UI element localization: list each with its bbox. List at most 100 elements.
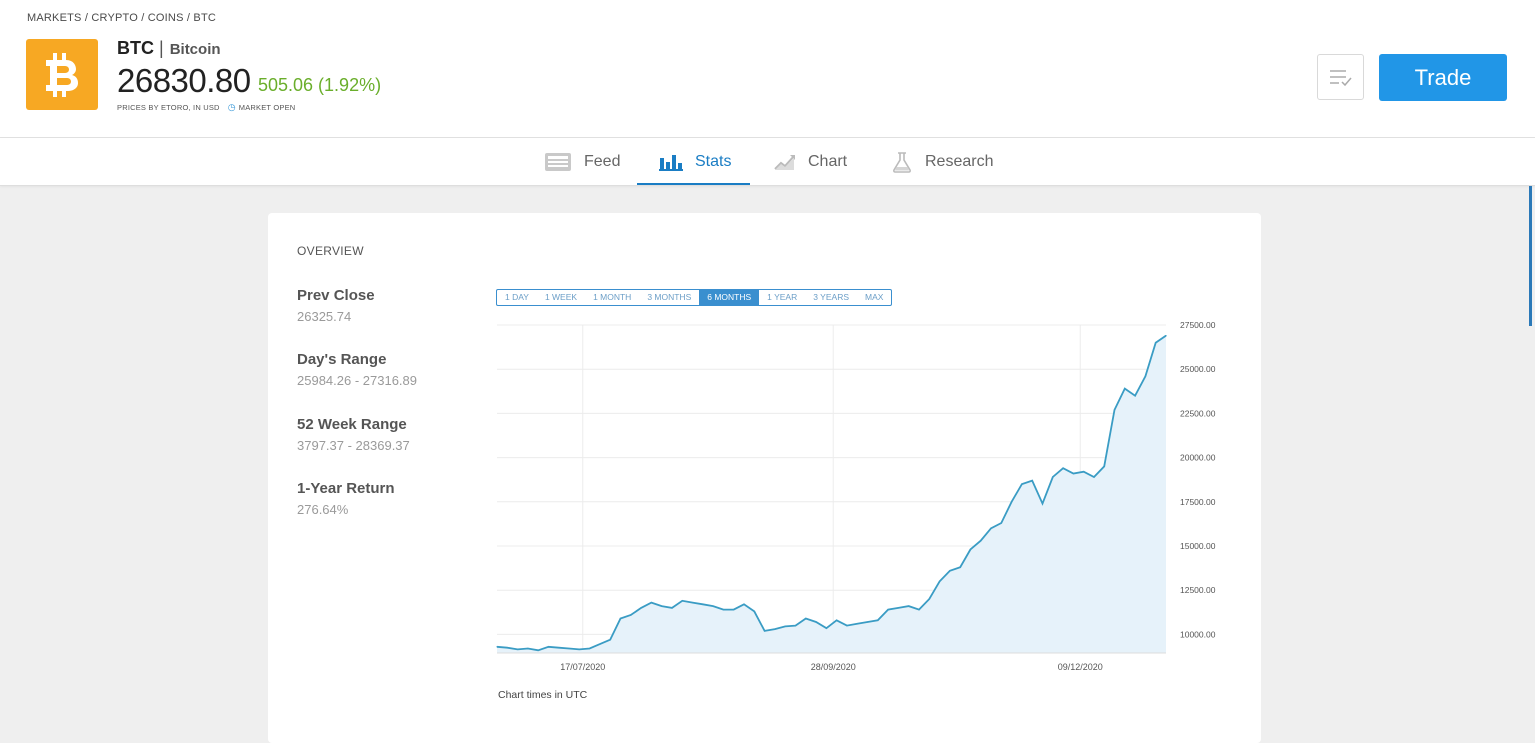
price-point: [774, 628, 776, 630]
range-option-1-week[interactable]: 1 WEEK: [537, 290, 585, 305]
price-point: [805, 617, 807, 620]
price-point: [1144, 375, 1146, 377]
price-point: [1011, 501, 1013, 503]
price-point: [825, 627, 828, 629]
price-change: 505.06 (1.92%): [258, 75, 382, 95]
price-point: [1052, 476, 1054, 478]
price-point: [661, 605, 663, 607]
price-point: [928, 598, 930, 600]
price-point: [897, 607, 900, 609]
bitcoin-logo-icon: [26, 39, 98, 110]
tab-stats[interactable]: Stats: [659, 138, 731, 185]
price-point: [743, 603, 745, 605]
y-tick-label: 25000.00: [1180, 364, 1216, 374]
price-point: [887, 609, 889, 611]
price-point: [702, 603, 704, 605]
price-point: [794, 625, 797, 627]
y-tick-label: 15000.00: [1180, 541, 1216, 551]
price-point: [1072, 472, 1074, 475]
page-scrollbar-thumb[interactable]: [1529, 186, 1532, 326]
breadcrumb-btc: BTC: [193, 12, 217, 24]
y-tick-label: 12500.00: [1180, 585, 1216, 595]
price-point: [650, 602, 652, 604]
range-option-3-years[interactable]: 3 YEARS: [805, 290, 857, 305]
tab-bar: Feed Stats Chart Research: [0, 138, 1535, 186]
price-point: [856, 623, 858, 625]
price-point: [1165, 335, 1167, 337]
title-separator: |: [159, 38, 164, 58]
price-point: [1113, 409, 1116, 411]
price-point: [1000, 522, 1002, 524]
range-option-max[interactable]: MAX: [857, 290, 891, 305]
range-option-1-month[interactable]: 1 MONTH: [585, 290, 639, 305]
price-point: [733, 609, 735, 611]
price-point: [949, 570, 951, 572]
breadcrumb: MARKETS / CRYPTO / COINS / BTC: [27, 12, 217, 24]
price-point: [599, 643, 601, 645]
price-point: [496, 646, 498, 648]
price-point: [568, 647, 570, 650]
stats-icon: [659, 154, 683, 171]
price-point: [969, 548, 972, 551]
watchlist-button[interactable]: [1317, 54, 1364, 100]
watchlist-icon: [1330, 70, 1352, 87]
price-point: [722, 609, 724, 611]
price-point: [1021, 483, 1023, 485]
price-point: [990, 527, 992, 529]
price-point: [517, 648, 519, 650]
chart-icon: [774, 154, 795, 170]
tab-research-label: Research: [925, 152, 994, 170]
price-point: [537, 649, 539, 651]
breadcrumb-crypto[interactable]: CRYPTO: [91, 12, 138, 24]
tab-research[interactable]: Research: [891, 138, 993, 185]
price-point: [866, 621, 869, 623]
market-status: MARKET OPEN: [238, 103, 296, 112]
range-option-6-months[interactable]: 6 MONTHS: [699, 290, 760, 305]
price-point: [1124, 388, 1126, 390]
range-option-3-months[interactable]: 3 MONTHS: [639, 290, 699, 305]
range-option-1-day[interactable]: 1 DAY: [497, 290, 537, 305]
tab-chart[interactable]: Chart: [774, 138, 847, 185]
price-point: [640, 607, 642, 609]
price-point: [671, 607, 673, 609]
price-point: [908, 605, 910, 607]
y-tick-label: 10000.00: [1180, 629, 1216, 639]
time-range-selector: 1 DAY 1 WEEK 1 MONTH 3 MONTHS 6 MONTHS 1 YEAR…: [496, 289, 893, 306]
price-point: [980, 540, 982, 542]
price-point: [1031, 480, 1033, 482]
price-point: [939, 580, 941, 582]
range-option-1-year[interactable]: 1 YEAR: [759, 290, 805, 305]
price-point: [1103, 465, 1105, 467]
price-chart[interactable]: 27500.00 25000.00 22500.00 20000.00 17500.00…: [268, 213, 1261, 683]
price-point: [1155, 342, 1157, 344]
x-tick-label: 28/09/2020: [811, 662, 856, 672]
breadcrumb-coins[interactable]: COINS: [148, 12, 184, 24]
price-point: [1093, 476, 1095, 478]
clock-icon: ◷: [227, 102, 236, 112]
breadcrumb-markets[interactable]: MARKETS: [27, 12, 82, 24]
asset-name: Bitcoin: [169, 41, 221, 58]
chart-timezone-note: Chart times in UTC: [498, 689, 588, 701]
active-tab-indicator: [637, 183, 750, 185]
tab-feed[interactable]: Feed: [544, 138, 620, 185]
x-tick-label: 17/07/2020: [560, 662, 605, 672]
asset-header: MARKETS / CRYPTO / COINS / BTC BTC | Bitco…: [0, 0, 1535, 138]
price-point: [1083, 471, 1085, 473]
feed-icon: [545, 152, 571, 171]
price-point: [527, 647, 529, 650]
y-tick-label: 20000.00: [1180, 453, 1216, 463]
price-point: [506, 647, 508, 649]
price-point: [1062, 467, 1064, 469]
price-point: [681, 600, 683, 602]
price-point: [578, 648, 580, 650]
trade-button[interactable]: Trade: [1379, 54, 1507, 101]
price-point: [630, 614, 632, 616]
tab-stats-label: Stats: [695, 152, 732, 170]
research-flask-icon: [893, 151, 911, 173]
overview-card: OVERVIEW Prev Close 26325.74 Day's Range…: [268, 213, 1261, 743]
price-point: [547, 646, 550, 648]
price-point: [815, 621, 817, 623]
price-point: [712, 605, 714, 607]
asset-title: BTC | Bitcoin: [117, 38, 221, 59]
price-source-info: PRICES BY ETORO, IN USD ◷ MARKET OPEN: [117, 102, 295, 113]
